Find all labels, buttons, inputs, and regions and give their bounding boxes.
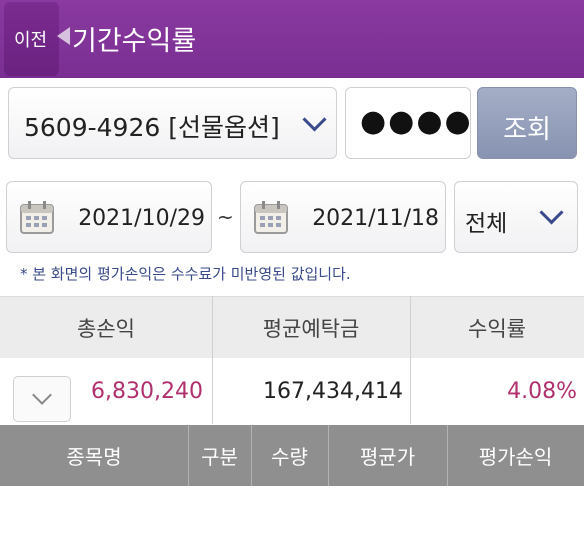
expand-button[interactable] [13, 376, 71, 422]
summary-header: 총손익 평균예탁금 수익률 [0, 296, 584, 359]
chevron-down-icon [302, 107, 327, 132]
back-button-label: 이전 [14, 30, 48, 51]
query-button-label: 조회 [503, 115, 551, 145]
column-header-name[interactable]: 종목명 [0, 425, 188, 486]
chevron-down-icon [32, 385, 52, 405]
divider [188, 425, 189, 486]
date-separator: ~ [217, 205, 234, 229]
calendar-icon [254, 201, 288, 234]
calendar-icon [20, 201, 54, 234]
divider [328, 425, 329, 486]
password-field[interactable]: ●●●● [345, 87, 471, 159]
period-filter-select[interactable]: 전체 [454, 181, 578, 253]
back-button[interactable]: 이전 [4, 2, 59, 76]
summary-header-avg-deposit: 평균예탁금 [262, 317, 360, 341]
start-date-value: 2021/10/29 [78, 206, 205, 231]
avg-deposit-value: 167,434,414 [263, 379, 403, 404]
column-header-quantity[interactable]: 수량 [251, 425, 328, 486]
holdings-table-header: 종목명 구분 수량 평균가 평가손익 [0, 425, 584, 486]
summary-header-total-pnl: 총손익 [77, 317, 135, 341]
account-value: 5609-4926 [선물옵션] [24, 113, 280, 142]
return-rate-value: 4.08% [507, 379, 577, 404]
divider [251, 425, 252, 486]
divider [212, 296, 213, 424]
period-filter-value: 전체 [465, 211, 508, 237]
summary-header-return-rate: 수익률 [468, 317, 526, 341]
password-mask: ●●●● [360, 104, 473, 139]
back-arrow-icon [57, 27, 70, 45]
app-header: 이전 기간수익률 [0, 0, 584, 78]
account-select[interactable]: 5609-4926 [선물옵션] [8, 87, 337, 159]
notice-text: * 본 화면의 평가손익은 수수료가 미반영된 값입니다. [20, 265, 351, 283]
divider [447, 425, 448, 486]
column-header-eval-pnl[interactable]: 평가손익 [447, 425, 584, 486]
query-button[interactable]: 조회 [477, 87, 577, 159]
total-pnl-value: 6,830,240 [91, 379, 203, 404]
column-header-avg-price[interactable]: 평균가 [328, 425, 447, 486]
column-header-type[interactable]: 구분 [188, 425, 251, 486]
start-date-field[interactable]: 2021/10/29 [6, 181, 212, 253]
end-date-field[interactable]: 2021/11/18 [240, 181, 446, 253]
end-date-value: 2021/11/18 [312, 206, 439, 231]
divider [410, 296, 411, 424]
page-title: 기간수익률 [72, 26, 197, 57]
chevron-down-icon [539, 200, 564, 225]
